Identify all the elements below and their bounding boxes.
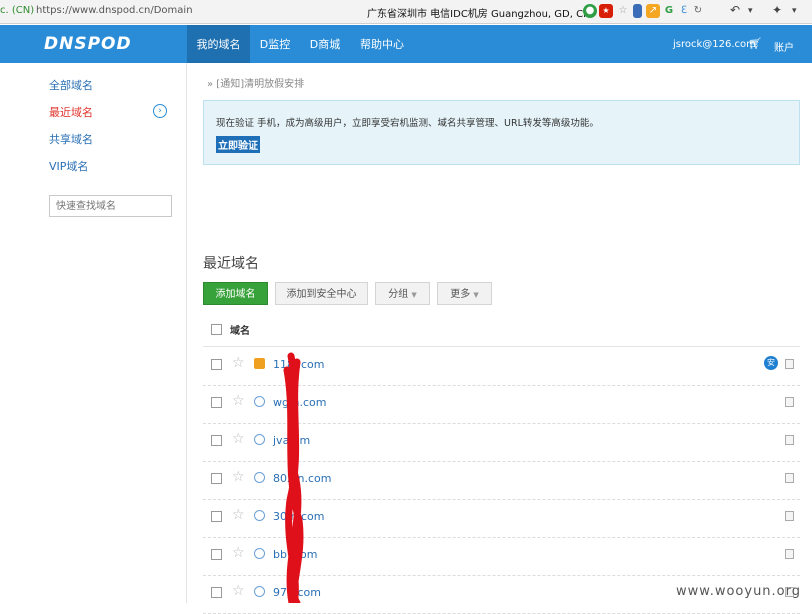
domain-link[interactable]: bb .com bbox=[273, 548, 317, 561]
row-checkbox[interactable] bbox=[211, 473, 222, 484]
tools-icon[interactable]: ✦ bbox=[772, 3, 782, 17]
g-icon[interactable]: G bbox=[662, 4, 676, 18]
e-icon[interactable]: ℇ bbox=[677, 4, 691, 18]
domain-search-input[interactable] bbox=[49, 195, 172, 217]
sidebar-item-all-domains[interactable]: 全部域名 bbox=[49, 77, 93, 93]
row-checkbox[interactable] bbox=[211, 511, 222, 522]
star-icon[interactable]: ☆ bbox=[232, 355, 245, 371]
domain-link[interactable]: jva om bbox=[273, 434, 310, 447]
cart-icon[interactable]: 🛒︎ bbox=[748, 37, 762, 50]
sidebar-item-recent-domains[interactable]: 最近域名 bbox=[49, 104, 93, 120]
cert-label: c. (CN) bbox=[0, 5, 35, 16]
note-icon[interactable] bbox=[785, 549, 794, 559]
verify-text: 现在验证 手机，成为高级用户，立即享受宕机监测、域名共享管理、URL转发等高级功… bbox=[216, 118, 599, 129]
star-icon[interactable]: ☆ bbox=[616, 4, 630, 18]
domain-link[interactable]: 802 n.com bbox=[273, 472, 331, 485]
note-icon[interactable] bbox=[785, 435, 794, 445]
user-email[interactable]: jsrock@126.com bbox=[673, 39, 756, 50]
star-icon[interactable]: ☆ bbox=[232, 393, 245, 409]
row-checkbox[interactable] bbox=[211, 359, 222, 370]
group-label: 分组 bbox=[388, 289, 409, 300]
globe-icon bbox=[254, 510, 265, 521]
add-domain-button[interactable]: 添加域名 bbox=[203, 282, 268, 305]
domain-link[interactable]: wg n.com bbox=[273, 396, 326, 409]
page-title: 最近域名 bbox=[203, 256, 259, 272]
dropdown-icon[interactable]: ▾ bbox=[748, 6, 753, 16]
globe-icon bbox=[254, 434, 265, 445]
globe-icon bbox=[254, 586, 265, 597]
green-circle-icon[interactable]: ● bbox=[583, 4, 597, 18]
ip-location-text: 广东省深圳市 电信IDC机房 Guangzhou, GD, CN bbox=[367, 9, 591, 20]
table-row: ☆ 30 n.com bbox=[203, 499, 800, 538]
star-icon[interactable]: ☆ bbox=[232, 469, 245, 485]
chart-icon[interactable]: ↗ bbox=[646, 4, 660, 18]
note-icon[interactable] bbox=[785, 473, 794, 483]
account-menu[interactable]: 账户 bbox=[774, 39, 794, 54]
table-row: ☆ jva om bbox=[203, 423, 800, 462]
star-icon[interactable]: ☆ bbox=[232, 545, 245, 561]
sidebar: 全部域名 最近域名 › 共享域名 VIP域名 bbox=[0, 63, 187, 603]
row-checkbox[interactable] bbox=[211, 587, 222, 598]
table-row: ☆ wg n.com bbox=[203, 385, 800, 424]
nav-d-shop[interactable]: D商城 bbox=[300, 25, 350, 63]
star-icon[interactable]: ☆ bbox=[232, 583, 245, 599]
back-icon[interactable]: ↶ bbox=[730, 3, 740, 17]
watermark: www.wooyun.org bbox=[676, 584, 802, 599]
chevron-down-icon: ▼ bbox=[411, 291, 417, 299]
globe-icon bbox=[254, 472, 265, 483]
sidebar-item-shared-domains[interactable]: 共享域名 bbox=[49, 131, 93, 147]
column-domain: 域名 bbox=[230, 326, 250, 337]
star-icon[interactable]: ☆ bbox=[232, 507, 245, 523]
group-dropdown[interactable]: 分组 ▼ bbox=[375, 282, 430, 305]
note-icon[interactable] bbox=[785, 511, 794, 521]
domain-link[interactable]: 97b com bbox=[273, 586, 321, 599]
domain-status-icon bbox=[254, 358, 265, 369]
refresh-icon[interactable]: ↻ bbox=[691, 4, 705, 18]
add-to-security-button[interactable]: 添加到安全中心 bbox=[275, 282, 368, 305]
table-header: 域名 bbox=[203, 316, 800, 347]
domain-link[interactable]: 30 n.com bbox=[273, 510, 324, 523]
verify-now-button[interactable]: 立即验证 bbox=[216, 136, 260, 153]
sidebar-item-vip-domains[interactable]: VIP域名 bbox=[49, 158, 88, 174]
menu-icon[interactable]: ▾ bbox=[792, 6, 797, 16]
phone-icon[interactable] bbox=[633, 4, 642, 18]
nav-help-center[interactable]: 帮助中心 bbox=[350, 25, 414, 63]
row-checkbox[interactable] bbox=[211, 549, 222, 560]
table-row: ☆ bb .com bbox=[203, 537, 800, 576]
note-icon[interactable] bbox=[785, 359, 794, 369]
site-header: DNSPOD 我的域名 D监控 D商城 帮助中心 jsrock@126.com … bbox=[0, 25, 812, 63]
dnspod-logo[interactable]: DNSPOD bbox=[44, 34, 132, 54]
globe-icon bbox=[254, 396, 265, 407]
table-row: ☆ 118 .com 安 bbox=[203, 347, 800, 386]
browser-toolbar: c. (CN) https://www.dnspod.cn/Domain 广东省… bbox=[0, 0, 812, 24]
verify-banner: 现在验证 手机，成为高级用户，立即享受宕机监测、域名共享管理、URL转发等高级功… bbox=[203, 100, 800, 165]
notice-link[interactable]: » [通知]清明放假安排 bbox=[207, 75, 304, 90]
star-icon[interactable]: ☆ bbox=[232, 431, 245, 447]
nav-my-domains[interactable]: 我的域名 bbox=[187, 25, 250, 63]
more-label: 更多 bbox=[450, 289, 471, 300]
domain-link[interactable]: 118 .com bbox=[273, 358, 324, 371]
table-row: ☆ 802 n.com bbox=[203, 461, 800, 500]
china-flag-icon: ★ bbox=[599, 4, 613, 18]
chevron-down-icon: ▼ bbox=[473, 291, 479, 299]
address-bar[interactable]: https://www.dnspod.cn/Domain bbox=[36, 5, 193, 16]
more-dropdown[interactable]: 更多 ▼ bbox=[437, 282, 492, 305]
row-checkbox[interactable] bbox=[211, 435, 222, 446]
nav-d-monitor[interactable]: D监控 bbox=[250, 25, 300, 63]
security-shield-icon[interactable]: 安 bbox=[764, 356, 778, 370]
globe-icon bbox=[254, 548, 265, 559]
note-icon[interactable] bbox=[785, 397, 794, 407]
row-checkbox[interactable] bbox=[211, 397, 222, 408]
select-all-checkbox[interactable] bbox=[211, 324, 222, 335]
chevron-right-icon: › bbox=[153, 104, 167, 118]
